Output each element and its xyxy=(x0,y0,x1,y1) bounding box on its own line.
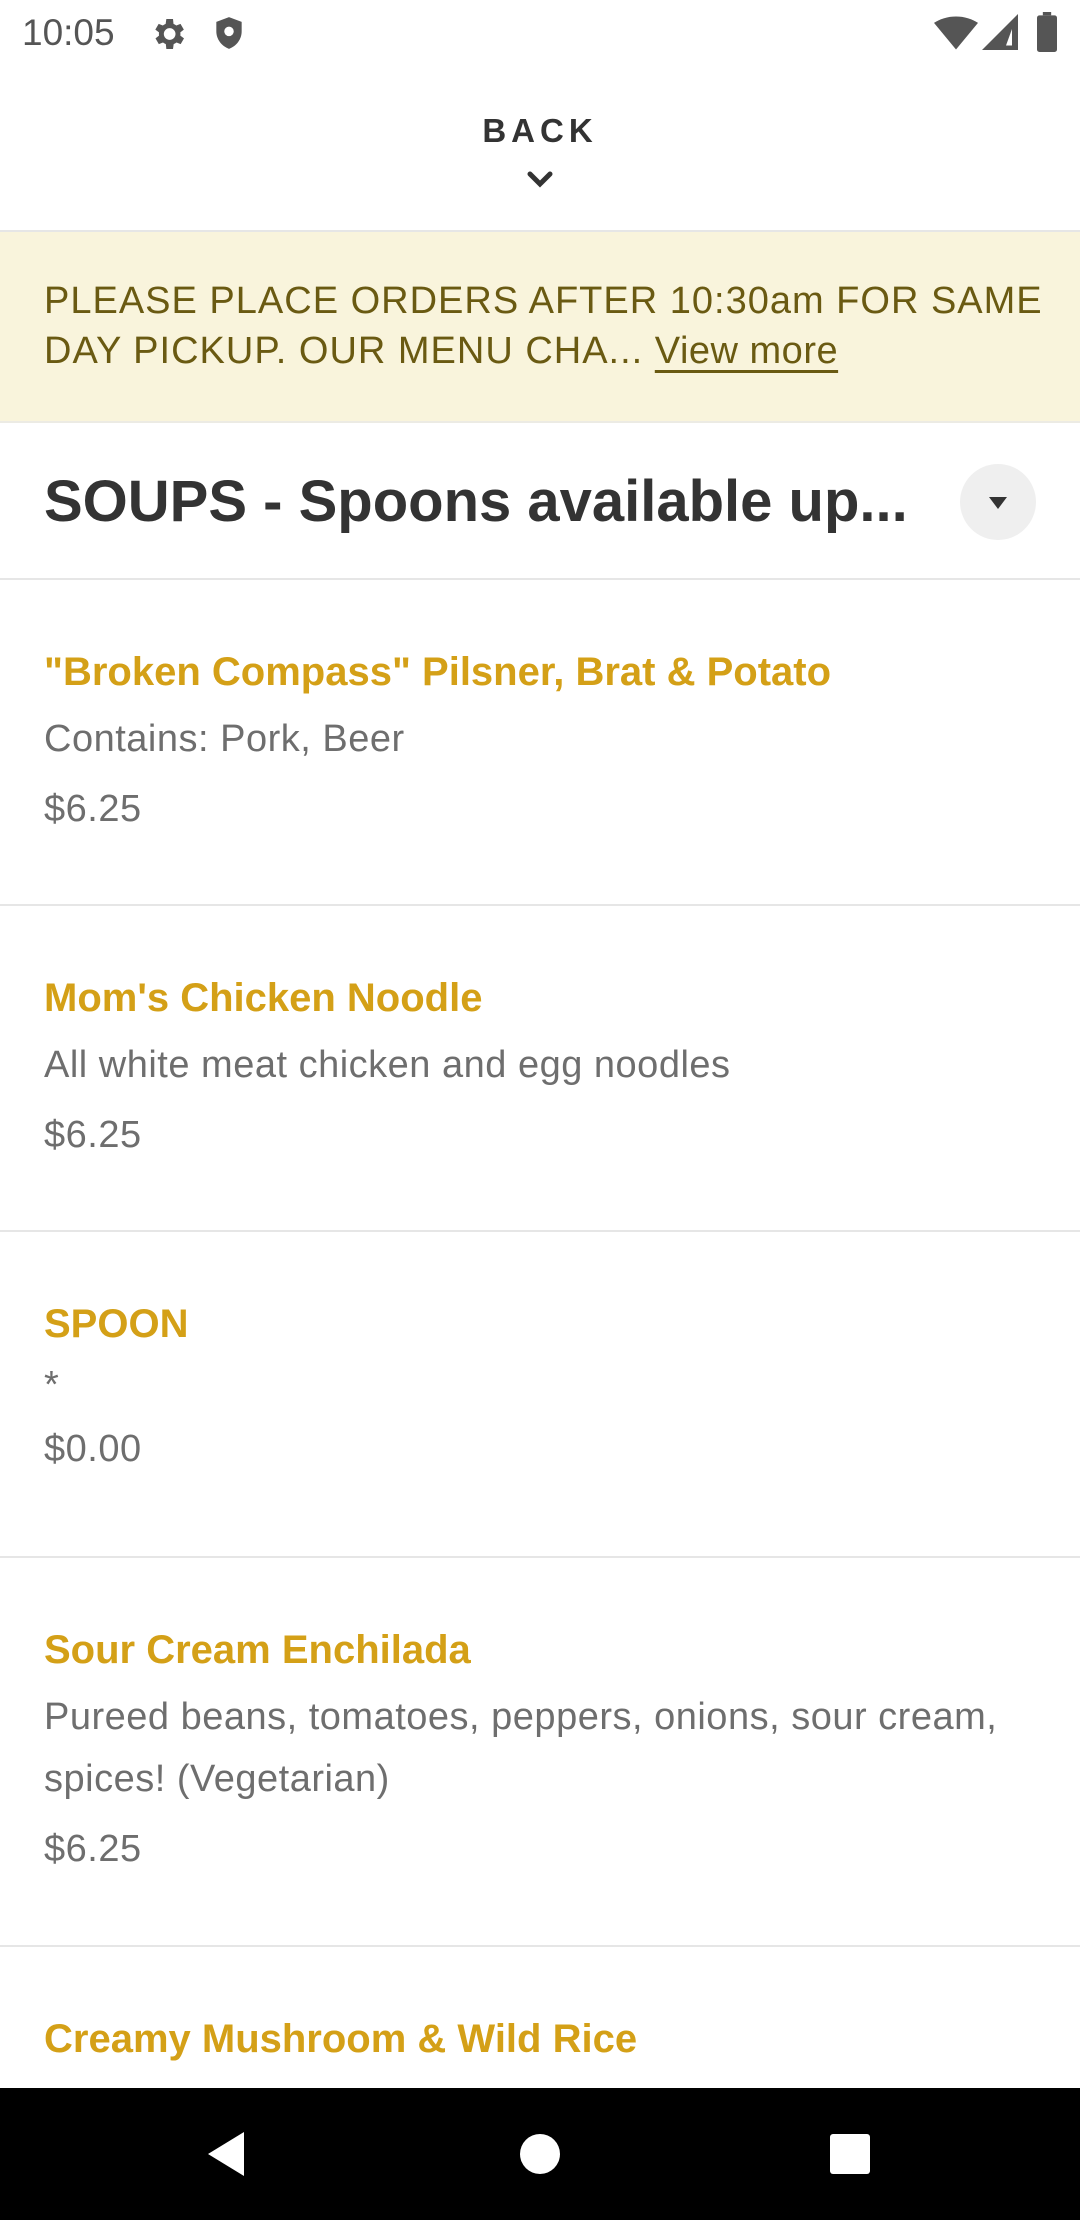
battery-icon xyxy=(1036,12,1058,57)
signal-icon xyxy=(982,14,1018,55)
status-time: 10:05 xyxy=(22,12,115,53)
item-name: Sour Cream Enchilada xyxy=(44,1628,471,1672)
system-nav-bar xyxy=(0,2088,1080,2220)
gear-icon xyxy=(148,14,188,59)
notice-banner: PLEASE PLACE ORDERS AFTER 10:30am FOR SA… xyxy=(0,232,1080,423)
nav-recents-button[interactable] xyxy=(780,2088,920,2220)
category-dropdown-button[interactable] xyxy=(960,464,1036,540)
menu-list: "Broken Compass" Pilsner, Brat & Potato … xyxy=(0,580,1080,2220)
item-name: SPOON xyxy=(44,1302,189,1346)
item-description: Contains: Pork, Beer xyxy=(44,718,405,760)
view-more-link[interactable]: View more xyxy=(655,330,838,372)
shield-icon xyxy=(210,13,248,58)
category-title: SOUPS - Spoons available up... xyxy=(44,469,908,534)
notice-message: PLEASE PLACE ORDERS AFTER 10:30am FOR SA… xyxy=(44,280,1043,372)
item-name: Mom's Chicken Noodle xyxy=(44,976,483,1020)
back-triangle-icon xyxy=(208,2132,244,2176)
status-bar: 10:05 xyxy=(0,0,1080,66)
item-description: * xyxy=(44,1364,60,1406)
back-label[interactable]: BACK xyxy=(0,112,1080,150)
home-circle-icon xyxy=(520,2134,560,2174)
item-price: $6.25 xyxy=(44,1828,142,1870)
dropdown-caret-icon xyxy=(989,497,1007,509)
menu-item[interactable]: Mom's Chicken Noodle All white meat chic… xyxy=(0,906,1080,1232)
item-description: Pureed beans, tomatoes, peppers, onions,… xyxy=(44,1696,998,1800)
item-price: $6.25 xyxy=(44,788,142,830)
item-name: "Broken Compass" Pilsner, Brat & Potato xyxy=(44,650,832,694)
wifi-icon xyxy=(934,16,978,55)
item-price: $6.25 xyxy=(44,1114,142,1156)
item-name: Creamy Mushroom & Wild Rice xyxy=(44,2017,638,2061)
category-header[interactable]: SOUPS - Spoons available up... xyxy=(0,424,1080,580)
item-price: $0.00 xyxy=(44,1428,142,1470)
chevron-down-icon[interactable] xyxy=(526,170,554,195)
back-header[interactable]: BACK xyxy=(0,66,1080,232)
recents-square-icon xyxy=(830,2134,870,2174)
menu-item[interactable]: "Broken Compass" Pilsner, Brat & Potato … xyxy=(0,580,1080,906)
menu-item[interactable]: SPOON * $0.00 xyxy=(0,1232,1080,1558)
nav-back-button[interactable] xyxy=(156,2088,296,2220)
nav-home-button[interactable] xyxy=(470,2088,610,2220)
notice-text: PLEASE PLACE ORDERS AFTER 10:30am FOR SA… xyxy=(44,276,1044,376)
item-description: All white meat chicken and egg noodles xyxy=(44,1044,731,1086)
menu-item[interactable]: Sour Cream Enchilada Pureed beans, tomat… xyxy=(0,1558,1080,1947)
